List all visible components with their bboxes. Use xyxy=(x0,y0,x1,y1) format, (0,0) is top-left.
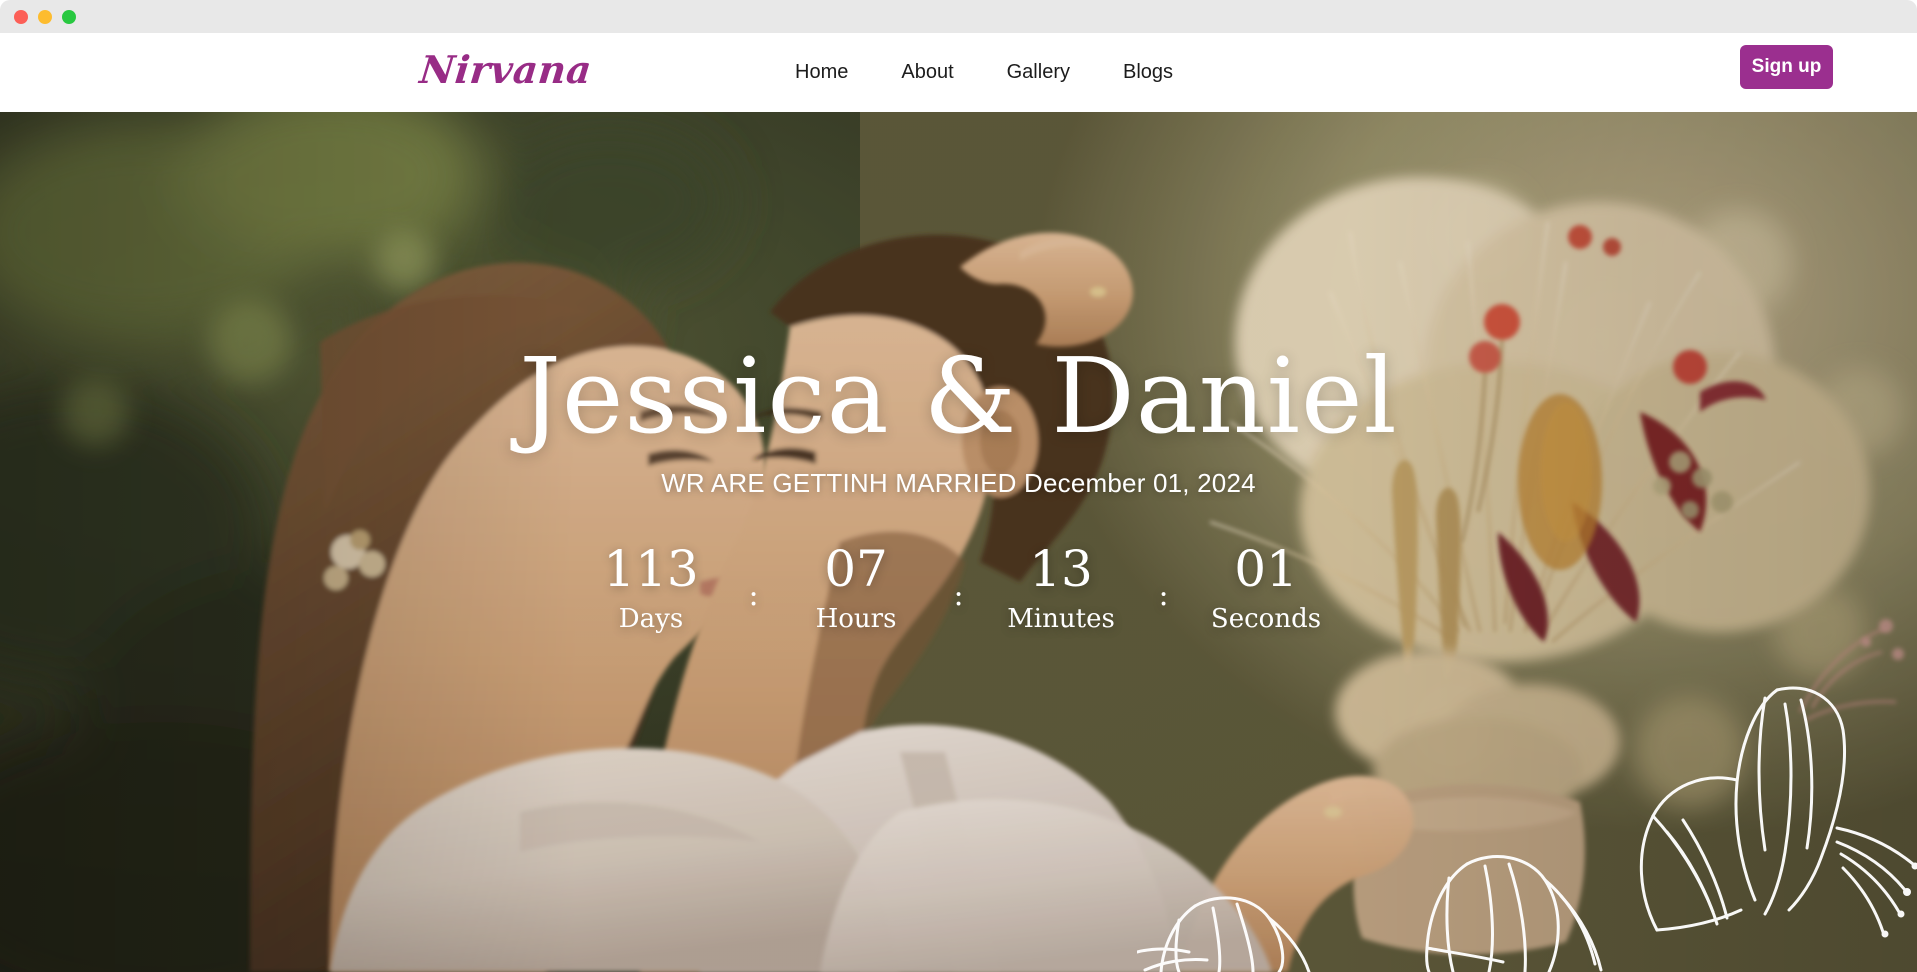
minimize-window-icon[interactable] xyxy=(38,9,52,24)
site-logo[interactable]: Nirvana xyxy=(418,47,594,92)
maximize-window-icon[interactable] xyxy=(62,9,76,24)
nav-item-blogs[interactable]: Blogs xyxy=(1123,61,1173,84)
browser-window: Nirvana Home About Gallery Blogs Sign up xyxy=(0,0,1917,972)
close-window-icon[interactable] xyxy=(14,9,28,24)
nav-item-gallery[interactable]: Gallery xyxy=(1007,61,1070,84)
main-navigation: Home About Gallery Blogs xyxy=(795,33,1173,112)
hero-section: Jessica & Daniel WR ARE GETTINH MARRIED … xyxy=(0,112,1917,972)
window-titlebar xyxy=(0,0,1917,33)
hero-background-photo xyxy=(0,112,1917,972)
sign-up-button[interactable]: Sign up xyxy=(1740,45,1833,89)
nav-item-about[interactable]: About xyxy=(901,61,953,84)
site-header: Nirvana Home About Gallery Blogs Sign up xyxy=(0,33,1917,112)
window-traffic-lights xyxy=(14,9,76,24)
nav-item-home[interactable]: Home xyxy=(795,61,848,84)
